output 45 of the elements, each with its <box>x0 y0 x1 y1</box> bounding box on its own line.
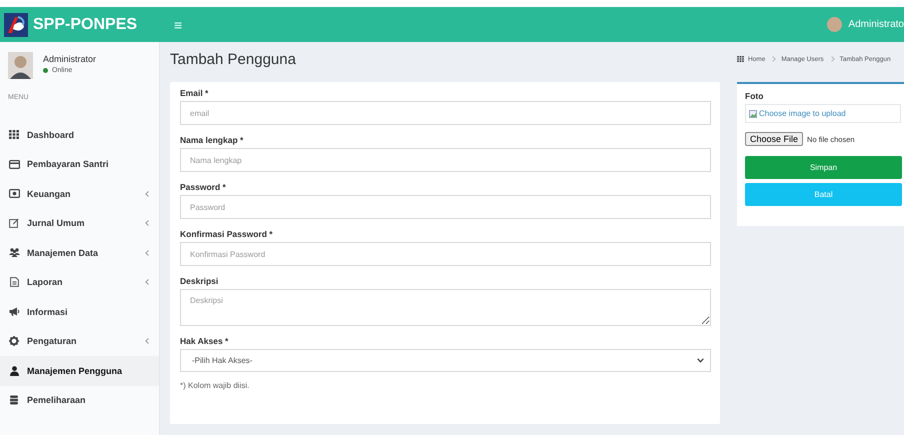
database-icon <box>10 395 18 406</box>
access-dropdown[interactable]: -Pilih Hak Akses- <box>180 349 711 372</box>
sidebar-item[interactable]: Informasi <box>0 297 159 326</box>
sidebar-item[interactable]: Laporan <box>0 268 159 297</box>
sidebar-item[interactable]: Keuangan <box>0 179 159 208</box>
users-icon <box>8 248 20 258</box>
text-field[interactable]: Nama lengkap <box>180 148 711 172</box>
text-field[interactable]: email <box>180 101 711 125</box>
text-field[interactable]: Password <box>180 195 711 219</box>
user-avatar <box>827 17 842 32</box>
page-title: Tambah Pengguna <box>170 50 297 68</box>
logo-icon <box>4 12 28 36</box>
field-label: Hak Akses * <box>180 336 230 348</box>
broken-image-icon <box>749 110 757 118</box>
field-label: Nama lengkap * <box>180 135 244 147</box>
sidebar-item[interactable]: Jurnal Umum <box>0 208 159 238</box>
chevron-down-icon <box>697 358 704 363</box>
sidebar-item[interactable]: Manajemen Pengguna <box>0 356 159 386</box>
settings-icon <box>9 336 19 346</box>
megaphone-icon <box>8 307 20 316</box>
field-label: Foto <box>745 91 764 101</box>
field-label: Password * <box>180 182 227 194</box>
user-name: Administrator <box>43 54 96 64</box>
edit-icon <box>9 218 19 228</box>
credit-card-icon <box>8 160 20 169</box>
text-field[interactable]: Konfirmasi Password <box>180 242 711 266</box>
field-label: Konfirmasi Password * <box>180 229 274 241</box>
choose-file-button[interactable]: Choose File <box>745 132 804 146</box>
document-icon <box>10 277 18 288</box>
status-dot <box>43 68 48 73</box>
image-preview: Choose image to upload <box>745 104 901 123</box>
money-icon <box>8 189 20 198</box>
field-label: Email * <box>180 88 210 100</box>
sidebar-item[interactable]: Manajemen Data <box>0 238 159 268</box>
sidebar-item[interactable]: Pengaturan <box>0 326 159 356</box>
description-field[interactable]: Deskripsi <box>180 289 711 326</box>
grid-icon <box>9 130 19 140</box>
sidebar-item[interactable]: Dashboard <box>0 120 159 150</box>
grid-icon <box>737 56 744 62</box>
app-title: SPP-PONPES <box>33 16 138 34</box>
user-icon <box>10 366 18 376</box>
sidebar-item[interactable]: Pembayaran Santri <box>0 150 159 179</box>
required-note: *) Kolom wajib diisi. <box>180 381 250 390</box>
sidebar-item[interactable]: Pemeliharaan <box>0 386 159 415</box>
field-label: Deskripsi <box>180 276 220 288</box>
